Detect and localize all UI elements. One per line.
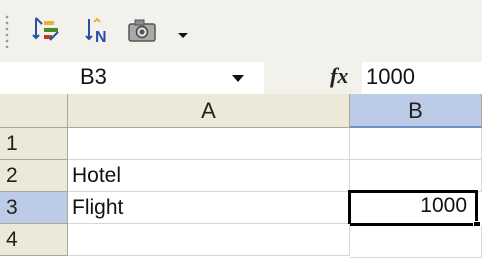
cell-a2[interactable]: Hotel [68,160,350,192]
name-box-value: B3 [80,64,107,89]
toolbar-options-chevron-icon[interactable] [175,22,191,42]
camera-icon[interactable] [126,14,158,46]
svg-text:N: N [95,29,107,46]
cell-b1[interactable] [350,128,482,160]
formula-input[interactable]: 1000 [362,62,482,94]
cell-a4[interactable] [68,224,350,256]
column-header-a[interactable]: A [68,94,350,128]
name-box-dropdown-icon[interactable] [230,68,246,88]
sort-new-icon[interactable]: N [82,14,114,46]
cell-a1[interactable] [68,128,350,160]
cell-b3-selected[interactable]: 1000 [348,190,478,226]
row-header-4[interactable]: 4 [0,224,68,256]
fx-icon[interactable]: fx [330,63,348,89]
row-header-1[interactable]: 1 [0,128,68,160]
worksheet-grid: A B 1 2 Hotel 3 Flight 1000 4 [0,94,482,267]
row-header-2[interactable]: 2 [0,160,68,192]
cell-b2[interactable] [350,160,482,192]
select-all-corner[interactable] [0,94,68,128]
toolbar-grip[interactable] [4,14,10,48]
formula-bar: B3 fx 1000 [0,62,482,94]
column-header-b[interactable]: B [350,94,482,128]
row-header-3[interactable]: 3 [0,192,68,224]
cell-a3[interactable]: Flight [68,192,350,224]
name-box[interactable]: B3 [0,62,264,94]
toolbar: N [0,0,482,62]
formula-input-value: 1000 [366,64,415,89]
cell-b4[interactable] [350,226,482,258]
sort-ascending-icon[interactable] [30,14,62,46]
